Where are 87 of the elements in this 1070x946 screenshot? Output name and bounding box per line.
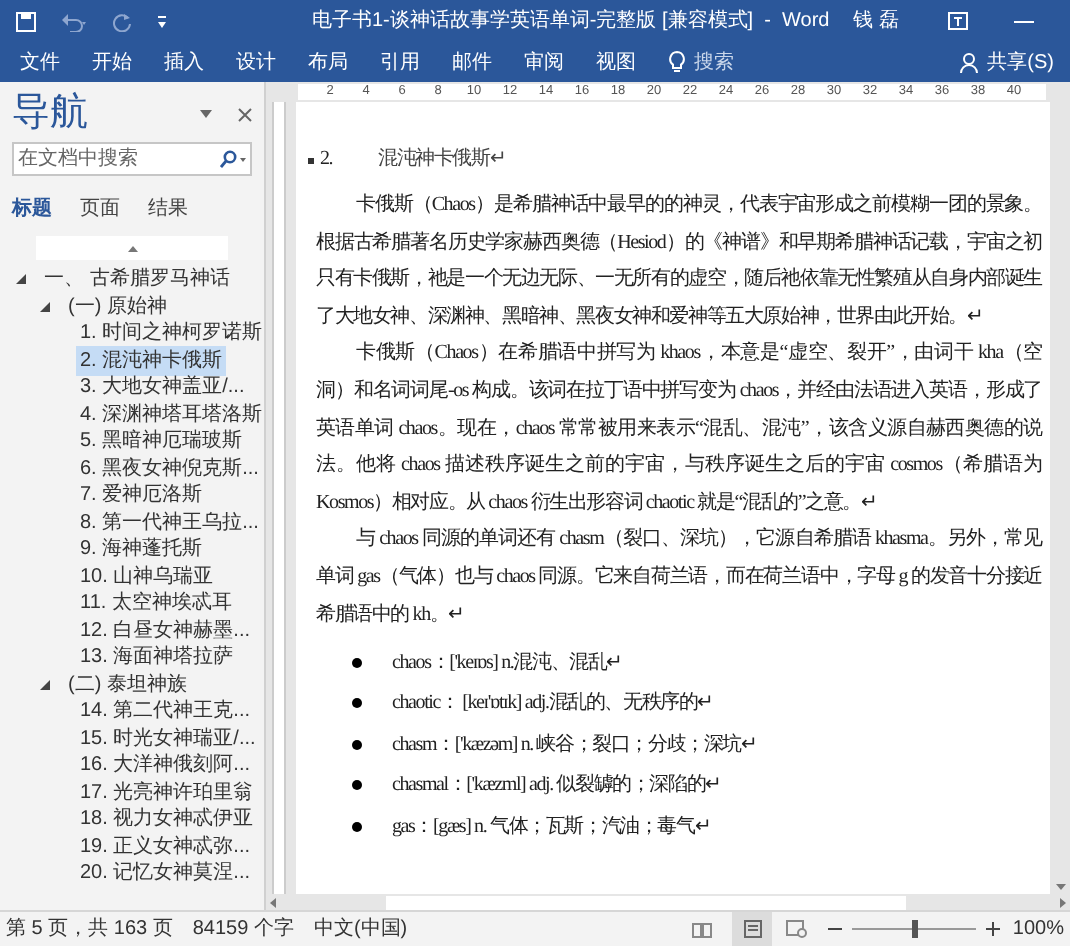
read-mode-icon[interactable]	[692, 921, 713, 937]
heading-item[interactable]: 9. 海神蓬托斯	[76, 534, 207, 565]
horizontal-scrollbar[interactable]	[266, 894, 1070, 910]
heading-item[interactable]: 15. 时光女神瑞亚/...	[76, 723, 260, 754]
heading-item[interactable]: 18. 视力女神忒伊亚	[76, 804, 258, 835]
zoom-in-icon[interactable]	[986, 922, 1001, 936]
redo-icon[interactable]	[112, 11, 132, 31]
expanded-triangle-icon[interactable]	[40, 679, 50, 690]
heading-item[interactable]: 6. 黑夜女神倪克斯...	[76, 453, 263, 484]
scroll-down-icon[interactable]	[1055, 884, 1065, 890]
bullet-item: chaotic： [keɪ'ɒtɪk] adj.混乱的、无秩序的↵	[392, 689, 712, 719]
ribbon-tab[interactable]: 插入	[164, 47, 204, 77]
bullet-item: chaos：['keɪɒs] n.混沌、混乱↵	[392, 649, 621, 678]
bullet-item: gas：[gæs] n. 气体；瓦斯；汽油；毒气↵	[392, 813, 710, 842]
pane-title: 导航	[12, 89, 90, 138]
heading-item[interactable]: (一) 原始神	[64, 291, 171, 322]
caret-up-icon	[127, 245, 137, 251]
save-icon[interactable]	[16, 11, 36, 31]
ribbon-tab[interactable]: 审阅	[524, 47, 564, 77]
heading-item[interactable]: 17. 光亮神许珀里翁	[76, 777, 258, 808]
customize-icon[interactable]	[156, 13, 168, 29]
bullet-item: chasmal：['kæzml] adj. 似裂罅的；深陷的↵	[392, 771, 720, 801]
ribbon-tab[interactable]: 文件	[20, 47, 60, 77]
heading-number: 2.	[320, 146, 335, 174]
body-paragraph: 与 chaos 同源的单词还有 chasm（裂口、深坑），它源自希腊语 khasma。另外，常见单词 gas（气体）也与 chaos 同源。它来自荷兰语，而在荷兰语中，字母 g 的发音十分接近希腊语中的 kh。↵	[316, 525, 1042, 630]
window-title: 电子书1-谈神话故事学英语单词-完整版 [兼容模式] - Word	[310, 7, 830, 36]
print-layout-button[interactable]	[732, 912, 773, 946]
pane-tab[interactable]: 页面	[80, 194, 120, 224]
heading-item[interactable]: 1. 时间之神柯罗诺斯	[76, 318, 267, 349]
heading-item[interactable]: 11. 太空神埃忒耳	[76, 588, 236, 619]
ribbon-tab[interactable]: 开始	[92, 47, 132, 77]
pane-tab[interactable]: 标题	[12, 194, 52, 224]
heading-item[interactable]: 2. 混沌神卡俄斯	[76, 345, 227, 376]
heading-item[interactable]: 7. 爱神厄洛斯	[76, 480, 207, 511]
web-layout-icon[interactable]	[786, 920, 809, 938]
word-count[interactable]: 84159 个字	[192, 914, 294, 944]
search-icon[interactable]	[220, 150, 248, 168]
heading-item[interactable]: 12. 白昼女神赫墨...	[76, 615, 255, 646]
tell-me-field[interactable]: 搜索	[694, 47, 734, 77]
ribbon-tab[interactable]: 布局	[308, 47, 348, 77]
zoom-percentage[interactable]: 100%	[1012, 914, 1064, 944]
bullet-icon	[352, 821, 362, 832]
bullet-item: chasm：['kæzəm] n. 峡谷；裂口；分歧；深坑↵	[392, 731, 756, 760]
scrollbar-thumb[interactable]	[386, 895, 906, 909]
user-name: 钱 磊	[853, 8, 899, 36]
close-icon[interactable]	[238, 107, 252, 121]
body-paragraph: 卡俄斯（Chaos）在希腊语中拼写为 khaos，本意是“虚空、裂开”，由词干 kha（空洞）和名词词尾-os 构成。该词在拉丁语中拼写变为 chaos，并经由法语进入英语，形成了英语单词 chaos。现在，chaos 常常被用来表示“混乱、混沌”，该含义源自赫西奥德的说法。他将 chaos 描述秩序诞生之前的宇宙，与秩序诞生之后的宇宙 cosmos（希腊语为 Kosmos）相对应。从 chaos 衍生出形容词 chaotic 就是“混乱的”之意。↵	[316, 339, 1042, 518]
page-count[interactable]: 第 5 页，共 163 页	[6, 914, 173, 944]
person-icon	[959, 51, 980, 73]
body-paragraph: 卡俄斯（Chaos）是希腊神话中最早的的神灵，代表宇宙形成之前模糊一团的景象。根据古希腊著名历史学家赫西奥德（Hesiod）的《神谱》和早期希腊神话记载，宇宙之初只有卡俄斯，祂是一个无边无际、一无所有的虚空，随后祂依靠无性繁殖从自身内部诞生了大地女神、深渊神、黑暗神、黑夜女神和爱神等五大原始神，世界由此开始。↵	[316, 191, 1042, 332]
ribbon-display-icon[interactable]	[947, 12, 967, 30]
expanded-triangle-icon[interactable]	[16, 274, 26, 285]
bullet-icon	[352, 698, 362, 709]
heading-item[interactable]: 8. 第一代神王乌拉...	[76, 507, 263, 538]
ribbon-tab[interactable]: 设计	[236, 47, 276, 77]
heading-text: 混沌神卡俄斯↵	[378, 146, 505, 174]
heading-item[interactable]: 一、 古希腊罗马神话	[40, 264, 234, 295]
scroll-left-icon[interactable]	[270, 897, 276, 907]
lightbulb-icon[interactable]	[668, 50, 686, 74]
ribbon-tab[interactable]: 邮件	[452, 47, 492, 77]
heading-item[interactable]: 10. 山神乌瑞亚	[76, 561, 218, 592]
page-icon	[743, 920, 762, 938]
heading-item[interactable]: 14. 第二代神王克...	[76, 696, 255, 727]
heading-item[interactable]: 13. 海面神塔拉萨	[76, 642, 238, 673]
language-indicator[interactable]: 中文(中国)	[313, 914, 408, 944]
pane-tab[interactable]: 结果	[148, 194, 188, 224]
bullet-icon	[352, 780, 362, 791]
bullet-icon	[352, 739, 362, 750]
dropdown-icon[interactable]	[198, 108, 214, 120]
zoom-out-icon[interactable]	[828, 922, 843, 936]
search-field[interactable]: 在文档中搜索	[12, 142, 252, 176]
share-button[interactable]: 共享(S)	[959, 47, 1054, 77]
bullet-icon	[352, 657, 362, 668]
heading-item[interactable]: 3. 大地女神盖亚/...	[76, 372, 249, 403]
paragraph-mark-icon	[308, 157, 314, 163]
heading-item[interactable]: (二) 泰坦神族	[64, 669, 191, 700]
scroll-right-icon[interactable]	[1060, 897, 1066, 907]
heading-item[interactable]: 20. 记忆女神莫涅...	[76, 858, 255, 889]
heading-item[interactable]: 19. 正义女神忒弥...	[76, 831, 255, 862]
heading-item[interactable]: 5. 黑暗神厄瑞玻斯	[76, 426, 247, 457]
ribbon-tab[interactable]: 视图	[596, 47, 636, 77]
undo-icon[interactable]	[60, 11, 88, 31]
zoom-slider-thumb[interactable]	[911, 920, 918, 938]
expanded-triangle-icon[interactable]	[40, 301, 50, 312]
heading-item[interactable]: 4. 深渊神塔耳塔洛斯	[76, 399, 267, 430]
heading-item[interactable]: 16. 大洋神俄刻阿...	[76, 750, 255, 781]
ribbon-tab[interactable]: 引用	[380, 47, 420, 77]
